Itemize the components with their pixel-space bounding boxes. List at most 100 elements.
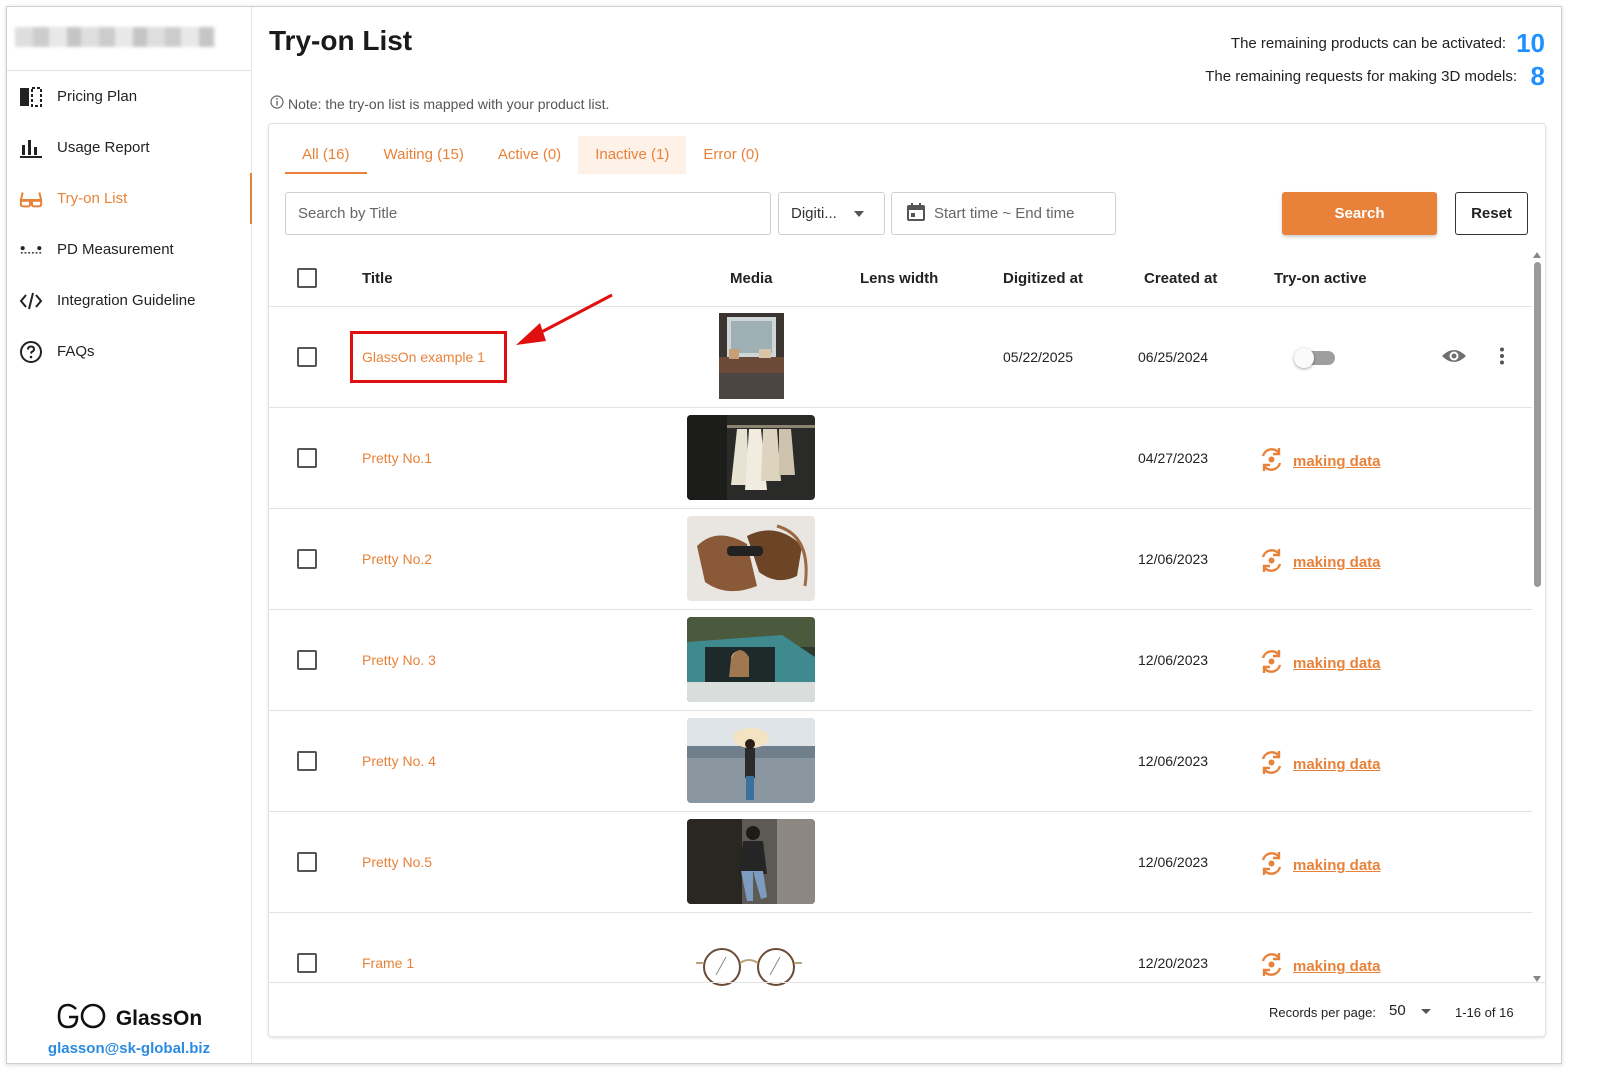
making-data-label: making data <box>1293 453 1381 470</box>
row-checkbox[interactable] <box>297 751 317 771</box>
glasses-icon <box>19 187 43 211</box>
making-data-label: making data <box>1293 958 1381 975</box>
making-data-status[interactable]: making data <box>1258 749 1381 780</box>
clothes-rack-photo <box>687 415 815 500</box>
making-data-label: making data <box>1293 756 1381 773</box>
tab-all[interactable]: All (16) <box>285 136 367 174</box>
sidebar-item-label: Usage Report <box>57 139 150 156</box>
table-row: Pretty No. 3 12/06/2023 making data <box>269 610 1532 711</box>
product-title-link[interactable]: Pretty No.2 <box>362 551 432 567</box>
created-at: 04/27/2023 <box>1138 450 1209 466</box>
date-range-picker[interactable]: Start time ~ End time <box>891 192 1116 235</box>
product-title-link[interactable]: Frame 1 <box>362 955 414 971</box>
sidebar-nav: Pricing Plan Usage Report Try-on List PD… <box>7 71 252 377</box>
sidebar-item-integration-guideline[interactable]: Integration Guideline <box>7 275 251 326</box>
column-header-created-at: Created at <box>1144 270 1218 287</box>
column-header-digitized-at: Digitized at <box>1003 270 1084 287</box>
table-header: Title Media Lens width Digitized at Crea… <box>269 252 1532 307</box>
scroll-up-arrow-icon[interactable] <box>1533 252 1541 258</box>
digitized-at: 05/22/2025 <box>1003 349 1074 365</box>
woman-in-truck-photo <box>687 617 815 702</box>
column-header-try-on-active: Try-on active <box>1274 270 1367 287</box>
making-data-status[interactable]: making data <box>1258 951 1381 982</box>
row-checkbox[interactable] <box>297 852 317 872</box>
making-data-label: making data <box>1293 655 1381 672</box>
sidebar-item-usage-report[interactable]: Usage Report <box>7 122 251 173</box>
table-row: Pretty No. 4 12/06/2023 making data <box>269 711 1532 812</box>
search-button[interactable]: Search <box>1282 192 1437 235</box>
eye-icon[interactable] <box>1441 347 1467 368</box>
try-on-active-toggle[interactable] <box>1294 348 1335 368</box>
date-type-select[interactable]: Digiti... <box>778 192 885 235</box>
refresh-icon <box>1258 446 1285 477</box>
brand-footer: GlassOn glasson@sk-global.biz <box>7 1003 251 1057</box>
product-title-link[interactable]: Pretty No.1 <box>362 450 432 466</box>
sidebar-item-label: Pricing Plan <box>57 88 138 105</box>
column-header-title: Title <box>362 270 393 287</box>
sidebar-item-label: PD Measurement <box>57 241 174 258</box>
row-checkbox[interactable] <box>297 549 317 569</box>
making-data-status[interactable]: making data <box>1258 850 1381 881</box>
info-icon <box>270 95 284 112</box>
bar-chart-icon <box>19 136 43 160</box>
making-data-status[interactable]: making data <box>1258 547 1381 578</box>
page-title: Try-on List <box>269 25 413 56</box>
column-header-media: Media <box>730 270 773 287</box>
blurred-logo <box>15 27 215 47</box>
tab-error[interactable]: Error (0) <box>686 136 776 174</box>
row-checkbox[interactable] <box>297 347 317 367</box>
row-checkbox[interactable] <box>297 650 317 670</box>
row-checkbox[interactable] <box>297 953 317 973</box>
tab-inactive[interactable]: Inactive (1) <box>578 136 687 174</box>
records-per-page-label: Records per page: <box>1269 1005 1376 1020</box>
select-all-checkbox[interactable] <box>297 268 317 288</box>
making-data-label: making data <box>1293 554 1381 571</box>
remaining-products-label: The remaining products can be activated: <box>1230 35 1507 52</box>
table-row: Pretty No.1 04/27/2023 making data <box>269 408 1532 509</box>
table-pagination: Records per page: 50 1-16 of 16 <box>269 982 1545 1036</box>
more-vertical-icon[interactable] <box>1499 347 1505 368</box>
refresh-icon <box>1258 850 1285 881</box>
product-title-link[interactable]: Pretty No. 4 <box>362 753 436 769</box>
date-type-value: Digiti... <box>791 205 837 222</box>
search-input[interactable] <box>285 192 771 235</box>
chevron-down-icon <box>854 211 864 217</box>
support-email-link[interactable]: glasson@sk-global.biz <box>7 1040 251 1057</box>
try-on-table: Title Media Lens width Digitized at Crea… <box>269 252 1532 1014</box>
making-data-status[interactable]: making data <box>1258 446 1381 477</box>
remaining-requests-value: 8 <box>1530 61 1545 91</box>
row-checkbox[interactable] <box>297 448 317 468</box>
try-on-list-card: All (16) Waiting (15) Active (0) Inactiv… <box>268 123 1546 1037</box>
table-row: Pretty No.5 12/06/2023 making data <box>269 812 1532 913</box>
product-title-link[interactable]: GlassOn example 1 <box>362 349 485 365</box>
status-tabs: All (16) Waiting (15) Active (0) Inactiv… <box>285 136 776 174</box>
refresh-icon <box>1258 648 1285 679</box>
making-data-status[interactable]: making data <box>1258 648 1381 679</box>
created-at: 06/25/2024 <box>1138 349 1209 365</box>
main-content: Try-on List The remaining products can b… <box>252 7 1561 1063</box>
product-title-link[interactable]: Pretty No.5 <box>362 854 432 870</box>
table-scrollbar[interactable] <box>1532 252 1542 982</box>
product-title-link[interactable]: Pretty No. 3 <box>362 652 436 668</box>
sidebar-item-pd-measurement[interactable]: PD Measurement <box>7 224 251 275</box>
tab-waiting[interactable]: Waiting (15) <box>367 136 481 174</box>
quota-stats: The remaining products can be activated:… <box>1205 27 1545 93</box>
tab-active[interactable]: Active (0) <box>481 136 578 174</box>
brand-name: GlassOn <box>115 1006 203 1030</box>
annotation-arrow-icon <box>516 293 613 345</box>
mirror-vanity-photo <box>719 313 784 399</box>
scroll-thumb[interactable] <box>1534 262 1541 587</box>
refresh-icon <box>1258 951 1285 982</box>
created-at: 12/06/2023 <box>1138 652 1209 668</box>
reset-button[interactable]: Reset <box>1455 192 1528 235</box>
remaining-requests-label: The remaining requests for making 3D mod… <box>1205 68 1517 85</box>
woman-parking-lot-photo <box>687 718 815 803</box>
sidebar-item-pricing-plan[interactable]: Pricing Plan <box>7 71 251 122</box>
chevron-down-icon[interactable] <box>1421 1009 1431 1014</box>
sidebar-item-label: Integration Guideline <box>57 292 196 309</box>
records-per-page-select[interactable]: 50 <box>1389 1002 1406 1019</box>
sidebar-item-try-on-list[interactable]: Try-on List <box>7 173 252 224</box>
created-at: 12/06/2023 <box>1138 854 1209 870</box>
note-text: Note: the try-on list is mapped with you… <box>288 95 610 112</box>
sidebar-item-faqs[interactable]: FAQs <box>7 326 251 377</box>
